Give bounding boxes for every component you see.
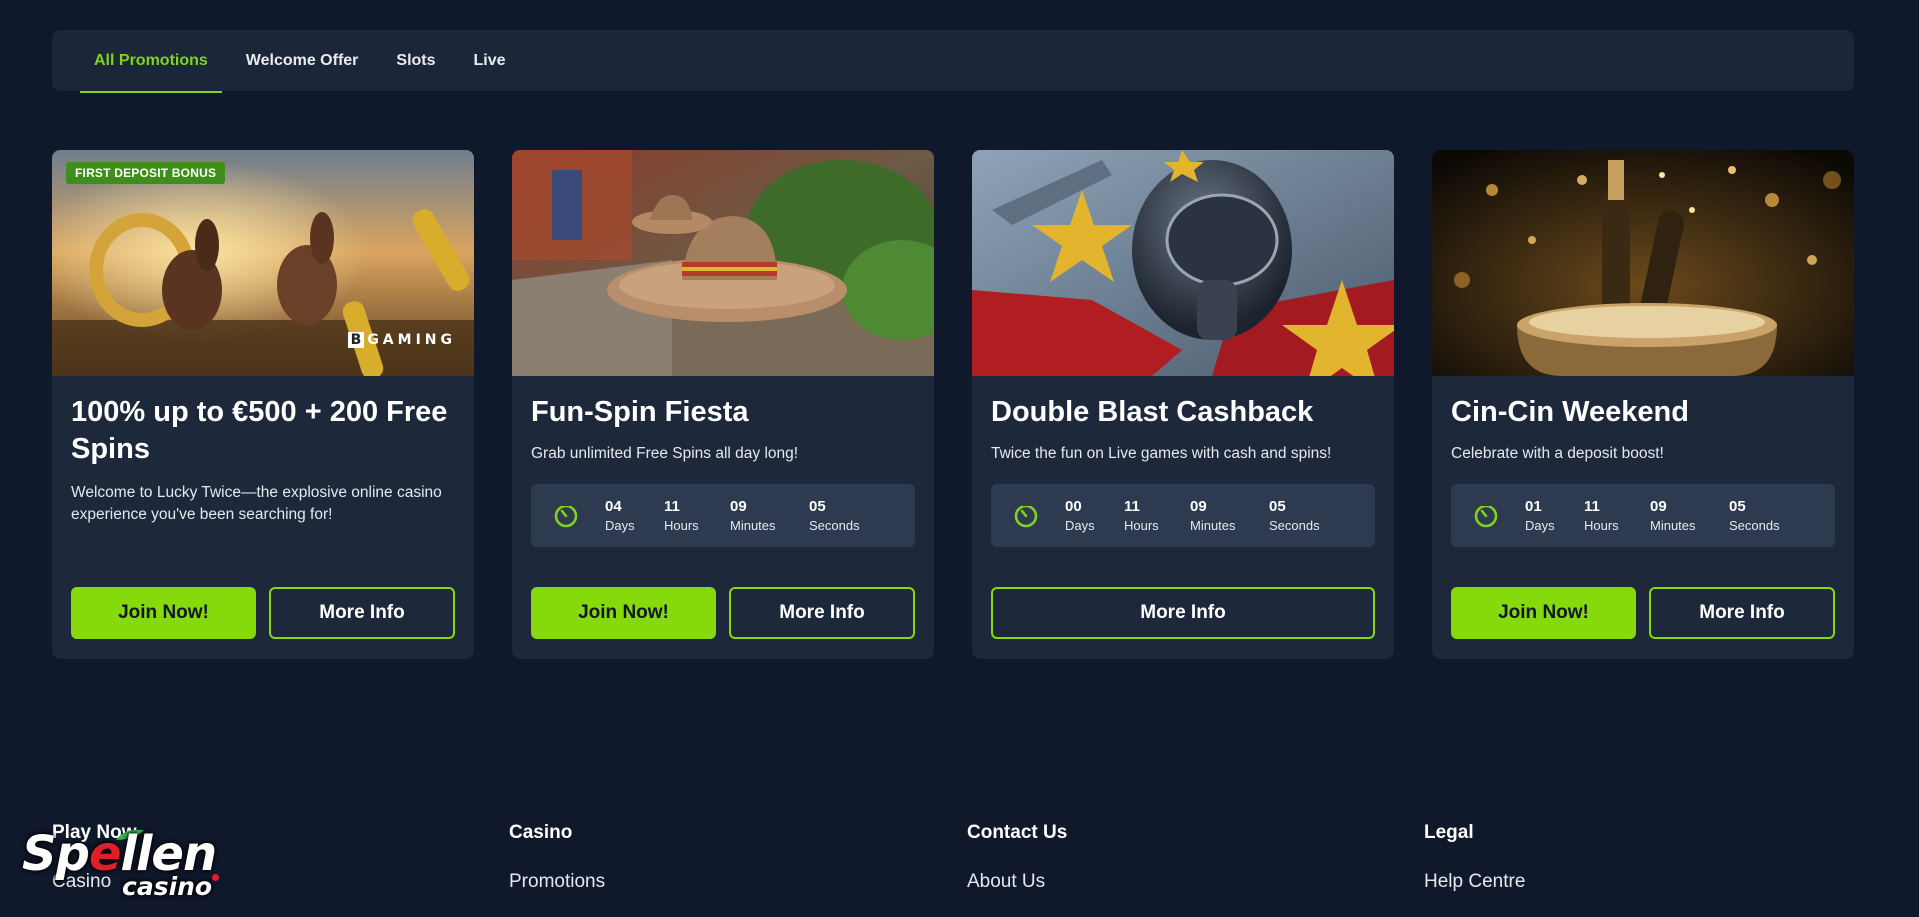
promotions-page: All Promotions Welcome Offer Slots Live: [0, 0, 1919, 917]
countdown-seconds: 05 Seconds: [1729, 497, 1780, 533]
countdown-seconds: 05 Seconds: [809, 497, 860, 533]
promo-image-pilot: [972, 150, 1394, 376]
promo-countdown: 04 Days 11 Hours 09 Minutes 05 Seconds: [531, 484, 915, 547]
countdown-days: 04 Days: [605, 497, 635, 533]
footer-link-about-us[interactable]: About Us: [967, 871, 1067, 893]
footer-heading: Legal: [1424, 822, 1474, 843]
join-now-button[interactable]: Join Now!: [531, 587, 716, 639]
promo-image-champagne: [1432, 150, 1854, 376]
promotion-tabs: All Promotions Welcome Offer Slots Live: [52, 30, 1854, 93]
timer-icon: [1014, 502, 1038, 527]
countdown-hours: 11 Hours: [1124, 497, 1159, 533]
promo-image-horses: FIRST DEPOSIT BONUS B GAMING: [52, 150, 474, 376]
promo-description: Welcome to Lucky Twice—the explosive onl…: [71, 484, 442, 523]
promo-description: Celebrate with a deposit boost!: [1451, 445, 1664, 462]
footer-heading: Contact Us: [967, 822, 1068, 843]
first-deposit-badge: FIRST DEPOSIT BONUS: [66, 162, 226, 184]
footer-link-promotions[interactable]: Promotions: [509, 871, 605, 893]
footer-column-legal: Legal Help Centre: [1424, 822, 1525, 893]
promo-card-double-blast-cashback: Double Blast Cashback Twice the fun on L…: [972, 150, 1394, 659]
more-info-button[interactable]: More Info: [1649, 587, 1835, 639]
spellen-casino-logo: Spellen casino: [22, 826, 232, 906]
footer-column-contact-us: Contact Us About Us: [967, 822, 1067, 893]
more-info-button[interactable]: More Info: [991, 587, 1375, 639]
promo-title: 100% up to €500 + 200 Free Spins: [71, 396, 448, 465]
timer-icon: [1474, 502, 1498, 527]
promo-title: Fun-Spin Fiesta: [531, 396, 749, 428]
footer-link-help-centre[interactable]: Help Centre: [1424, 871, 1525, 893]
promo-countdown: 01 Days 11 Hours 09 Minutes 05 Seconds: [1451, 484, 1835, 547]
join-now-button[interactable]: Join Now!: [71, 587, 256, 639]
tab-welcome-offer[interactable]: Welcome Offer: [232, 30, 373, 91]
footer-column-casino: Casino Promotions: [509, 822, 605, 893]
countdown-days: 00 Days: [1065, 497, 1095, 533]
promo-description: Twice the fun on Live games with cash an…: [991, 445, 1332, 462]
tab-slots[interactable]: Slots: [382, 30, 449, 91]
countdown-days: 01 Days: [1525, 497, 1555, 533]
bgaming-logo: B GAMING: [347, 332, 456, 348]
countdown-hours: 11 Hours: [664, 497, 699, 533]
countdown-minutes: 09 Minutes: [730, 497, 776, 533]
countdown-minutes: 09 Minutes: [1650, 497, 1696, 533]
countdown-minutes: 09 Minutes: [1190, 497, 1236, 533]
promo-title: Cin-Cin Weekend: [1451, 396, 1689, 428]
join-now-button[interactable]: Join Now!: [1451, 587, 1636, 639]
timer-icon: [554, 502, 578, 527]
more-info-button[interactable]: More Info: [729, 587, 915, 639]
footer-heading: Casino: [509, 822, 573, 843]
tab-all-promotions[interactable]: All Promotions: [80, 30, 222, 93]
promo-title: Double Blast Cashback: [991, 396, 1314, 428]
promo-countdown: 00 Days 11 Hours 09 Minutes 05 Seconds: [991, 484, 1375, 547]
promo-card-welcome: FIRST DEPOSIT BONUS B GAMING 100% up to €…: [52, 150, 474, 659]
promo-card-fun-spin-fiesta: Fun-Spin Fiesta Grab unlimited Free Spin…: [512, 150, 934, 659]
tab-live[interactable]: Live: [460, 30, 520, 91]
countdown-seconds: 05 Seconds: [1269, 497, 1320, 533]
promo-description: Grab unlimited Free Spins all day long!: [531, 445, 799, 462]
promo-image-sombrero: [512, 150, 934, 376]
countdown-hours: 11 Hours: [1584, 497, 1619, 533]
promotion-cards: FIRST DEPOSIT BONUS B GAMING 100% up to €…: [52, 150, 1854, 659]
promo-card-cin-cin-weekend: Cin-Cin Weekend Celebrate with a deposit…: [1432, 150, 1854, 659]
more-info-button[interactable]: More Info: [269, 587, 455, 639]
